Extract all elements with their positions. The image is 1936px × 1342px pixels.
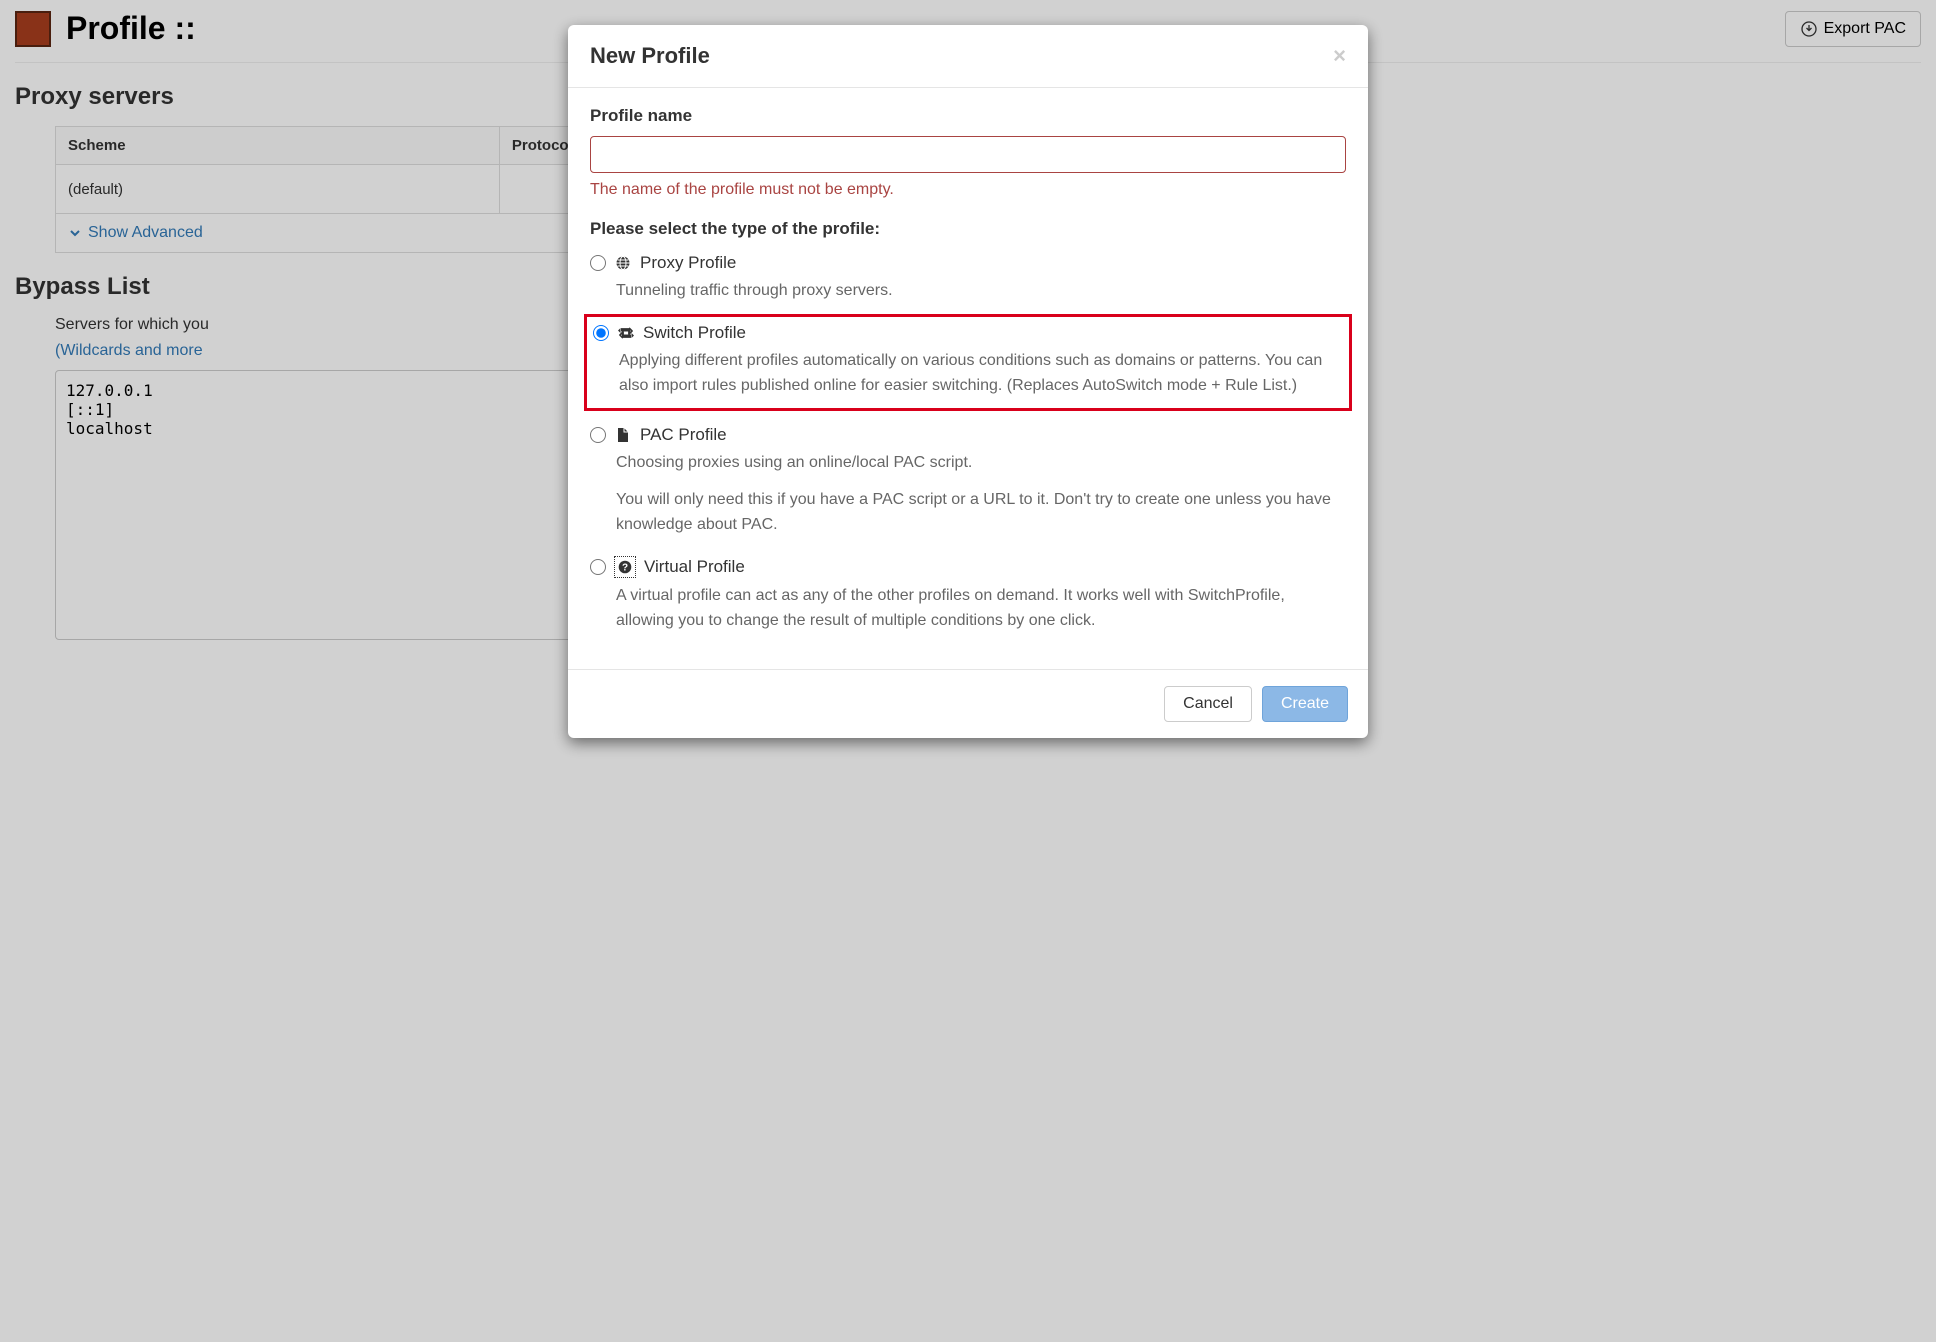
option-proxy-desc: Tunneling traffic through proxy servers. (616, 279, 1346, 304)
question-icon: ? (616, 558, 634, 576)
globe-icon (614, 254, 632, 272)
option-proxy-label: Proxy Profile (640, 253, 736, 273)
radio-switch[interactable] (593, 325, 609, 341)
option-proxy-profile[interactable]: Proxy Profile Tunneling traffic through … (590, 249, 1346, 318)
modal-title: New Profile (590, 43, 710, 69)
svg-text:?: ? (622, 562, 628, 573)
question-frame: ? (614, 556, 636, 578)
radio-virtual[interactable] (590, 559, 606, 575)
option-switch-desc: Applying different profiles automaticall… (619, 349, 1343, 399)
retweet-icon (617, 324, 635, 342)
profile-name-input[interactable] (590, 136, 1346, 173)
profile-name-error: The name of the profile must not be empt… (590, 181, 1346, 199)
new-profile-modal: New Profile × Profile name The name of t… (568, 25, 1368, 738)
option-pac-label: PAC Profile (640, 425, 727, 445)
radio-proxy[interactable] (590, 255, 606, 271)
option-pac-desc2: You will only need this if you have a PA… (616, 488, 1346, 538)
modal-overlay: New Profile × Profile name The name of t… (0, 0, 1936, 1342)
file-icon (614, 426, 632, 444)
create-button[interactable]: Create (1262, 686, 1348, 722)
option-virtual-label: Virtual Profile (644, 557, 745, 577)
radio-pac[interactable] (590, 427, 606, 443)
cancel-button[interactable]: Cancel (1164, 686, 1252, 722)
option-switch-label: Switch Profile (643, 323, 746, 343)
option-virtual-desc: A virtual profile can act as any of the … (616, 584, 1346, 634)
profile-name-label: Profile name (590, 106, 1346, 126)
option-pac-desc1: Choosing proxies using an online/local P… (616, 451, 1346, 476)
close-button[interactable]: × (1333, 43, 1346, 69)
option-switch-profile[interactable]: Switch Profile Applying different profil… (584, 314, 1352, 412)
option-pac-profile[interactable]: PAC Profile Choosing proxies using an on… (590, 421, 1346, 551)
option-virtual-profile[interactable]: ? Virtual Profile A virtual profile can … (590, 552, 1346, 648)
close-icon: × (1333, 43, 1346, 68)
profile-type-label: Please select the type of the profile: (590, 219, 1346, 239)
